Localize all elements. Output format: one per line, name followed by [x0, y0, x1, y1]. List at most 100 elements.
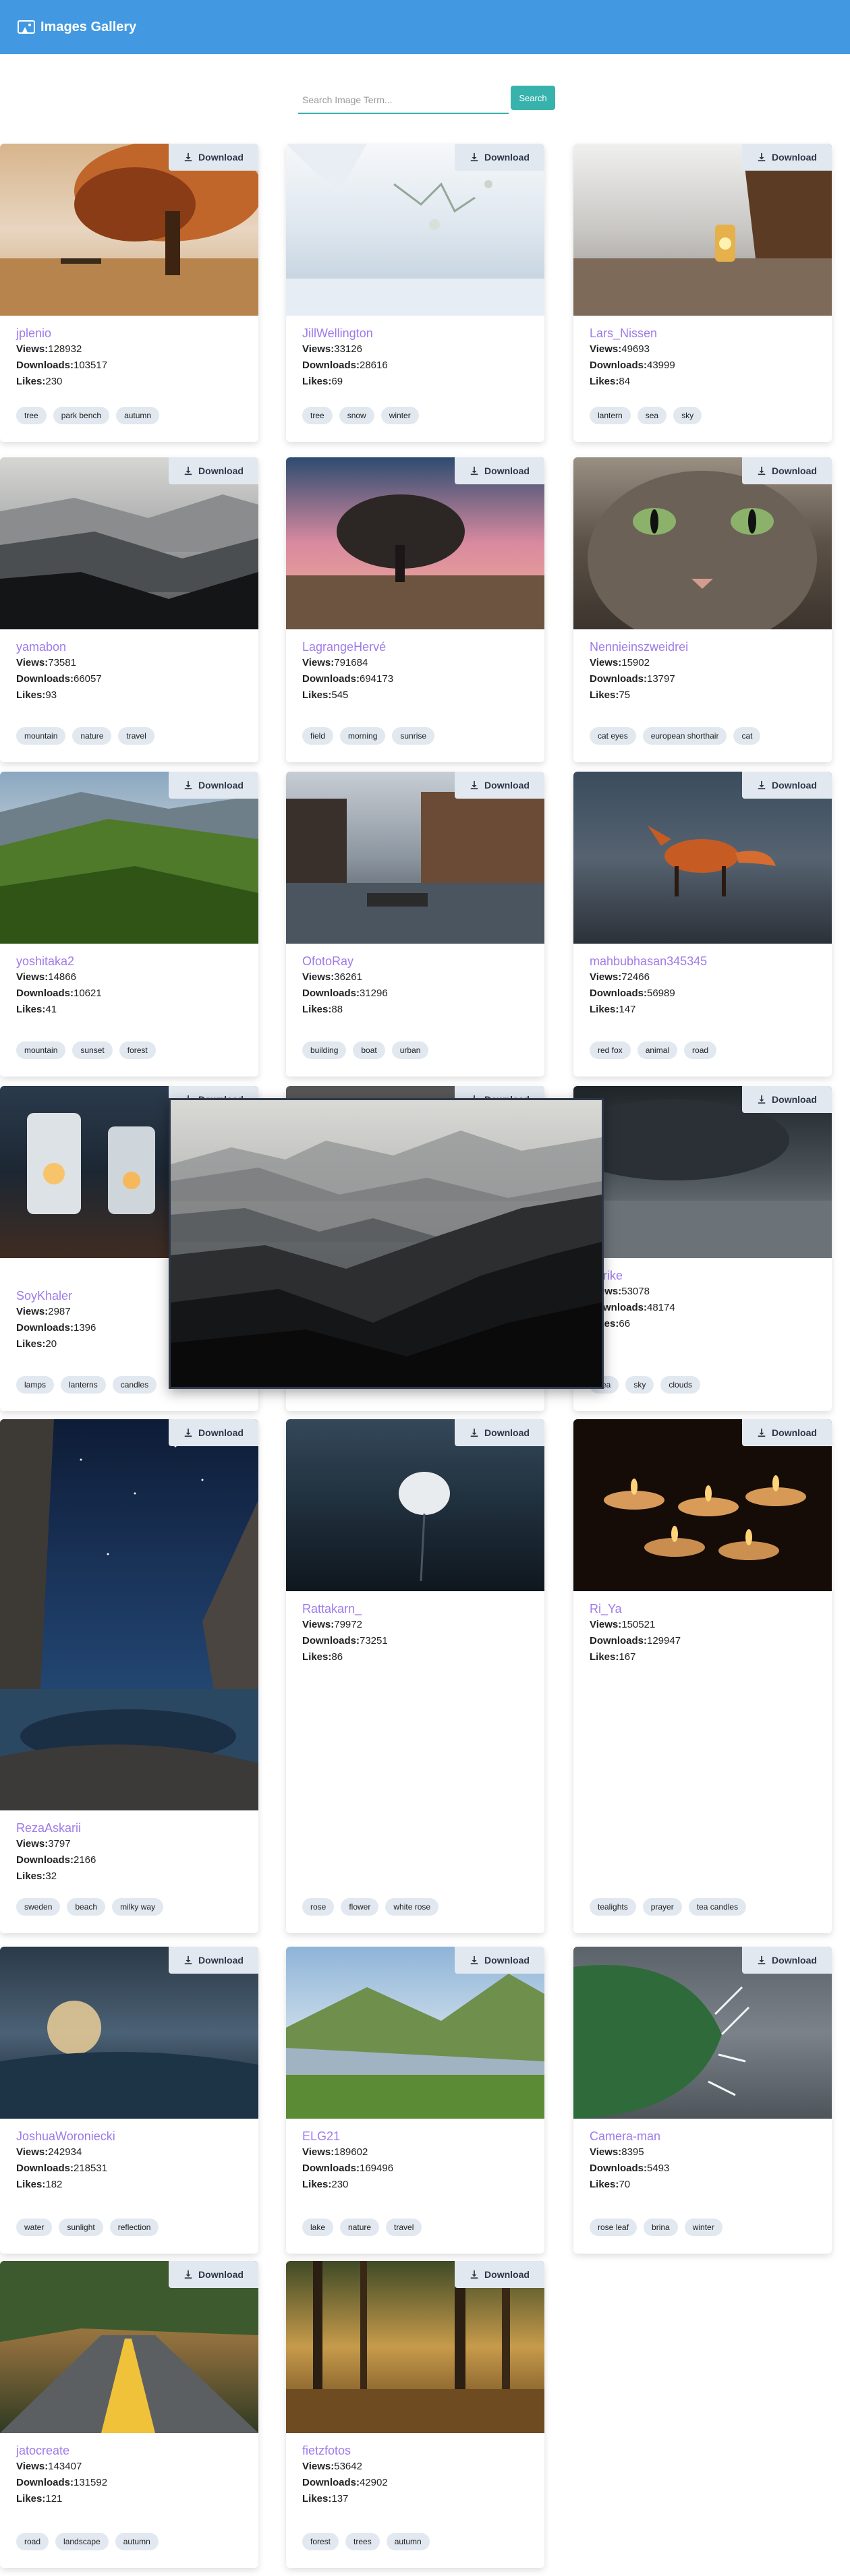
download-button[interactable]: Download	[455, 772, 544, 799]
tag-chip[interactable]: tealights	[590, 1898, 636, 1916]
tag-chip[interactable]: sea	[637, 407, 667, 424]
download-button[interactable]: Download	[455, 457, 544, 484]
tag-chip[interactable]: autumn	[386, 2533, 430, 2550]
tag-chip[interactable]: animal	[637, 1041, 678, 1059]
tag-chip[interactable]: urban	[391, 1041, 429, 1059]
tag-chip[interactable]: morning	[340, 727, 386, 745]
tag-chip[interactable]: cat eyes	[590, 727, 636, 745]
download-button[interactable]: Download	[169, 457, 258, 484]
tag-chip[interactable]: autumn	[115, 2533, 159, 2550]
tag-chip[interactable]: tea candles	[688, 1898, 747, 1916]
tag-chip[interactable]: mountain	[16, 1041, 66, 1059]
tag-chip[interactable]: forest	[119, 1041, 156, 1059]
tag-chip[interactable]: european shorthair	[642, 727, 727, 745]
username-link[interactable]: Ri_Ya	[590, 1601, 818, 1617]
download-label: Download	[484, 1955, 530, 1966]
card-info: ELG21 Views:189602 Downloads:169496 Likes:2…	[302, 2128, 531, 2193]
tag-chip[interactable]: autumn	[116, 407, 160, 424]
tag-chip[interactable]: winter	[684, 2219, 722, 2236]
download-button[interactable]: Download	[169, 144, 258, 171]
tag-chip[interactable]: sunrise	[392, 727, 435, 745]
tag-chip[interactable]: winter	[380, 407, 419, 424]
tag-chip[interactable]: flower	[341, 1898, 379, 1916]
search-input[interactable]	[298, 87, 509, 114]
tag-chip[interactable]: road	[684, 1041, 717, 1059]
username-link[interactable]: jplenio	[16, 325, 245, 341]
tag-chip[interactable]: tree	[16, 407, 47, 424]
download-button[interactable]: Download	[169, 1419, 258, 1446]
tag-chip[interactable]: brina	[644, 2219, 678, 2236]
download-button[interactable]: Download	[169, 2261, 258, 2288]
image-preview-overlay[interactable]	[169, 1098, 604, 1389]
username-link[interactable]: ELG21	[302, 2128, 531, 2144]
views-stat: Views:53642	[302, 2461, 362, 2472]
username-link[interactable]: RezaAskarii	[16, 1820, 245, 1836]
download-button[interactable]: Download	[742, 1419, 832, 1446]
tag-chip[interactable]: tree	[302, 407, 333, 424]
tag-chip[interactable]: sky	[625, 1376, 654, 1394]
tag-chip[interactable]: rose leaf	[590, 2219, 638, 2236]
tag-chip[interactable]: white rose	[385, 1898, 439, 1916]
tag-chip[interactable]: sunset	[72, 1041, 113, 1059]
username-link[interactable]: Rattakarn_	[302, 1601, 531, 1617]
tag-chip[interactable]: forest	[302, 2533, 339, 2550]
username-link[interactable]: JillWellington	[302, 325, 531, 341]
tag-chip[interactable]: sky	[673, 407, 702, 424]
username-link[interactable]: Camera-man	[590, 2128, 818, 2144]
username-link[interactable]: LagrangeHervé	[302, 639, 531, 655]
brand[interactable]: Images Gallery	[18, 20, 136, 35]
tag-chip[interactable]: boat	[353, 1041, 385, 1059]
tag-chip[interactable]: lamps	[16, 1376, 55, 1394]
username-link[interactable]: jatocreate	[16, 2442, 245, 2459]
download-button[interactable]: Download	[742, 772, 832, 799]
tag-chip[interactable]: candles	[112, 1376, 157, 1394]
username-link[interactable]: yoshitaka2	[16, 953, 245, 969]
tag-chip[interactable]: field	[302, 727, 334, 745]
download-button[interactable]: Download	[742, 457, 832, 484]
tag-chip[interactable]: water	[16, 2219, 53, 2236]
tag-chip[interactable]: snow	[339, 407, 374, 424]
tag-chip[interactable]: landscape	[55, 2533, 109, 2550]
tag-chip[interactable]: mountain	[16, 727, 66, 745]
tag-chip[interactable]: prayer	[642, 1898, 682, 1916]
username-link[interactable]: JoshuaWoroniecki	[16, 2128, 245, 2144]
tag-chip[interactable]: building	[302, 1041, 347, 1059]
username-link[interactable]: enrike	[590, 1267, 818, 1284]
username-link[interactable]: fietzfotos	[302, 2442, 531, 2459]
tag-chip[interactable]: road	[16, 2533, 49, 2550]
username-link[interactable]: Lars_Nissen	[590, 325, 818, 341]
username-link[interactable]: Nennieinszweidrei	[590, 639, 818, 655]
username-link[interactable]: yamabon	[16, 639, 245, 655]
tag-chip[interactable]: trees	[345, 2533, 380, 2550]
tag-chip[interactable]: cat	[733, 727, 761, 745]
username-link[interactable]: OfotoRay	[302, 953, 531, 969]
search-button[interactable]: Search	[511, 86, 555, 110]
tag-chip[interactable]: lanterns	[61, 1376, 106, 1394]
username-link[interactable]: mahbubhasan345345	[590, 953, 818, 969]
tag-chip[interactable]: reflection	[109, 2219, 159, 2236]
tag-chip[interactable]: travel	[118, 727, 154, 745]
card-photo[interactable]	[0, 1419, 258, 1810]
tag-chip[interactable]: nature	[340, 2219, 380, 2236]
download-button[interactable]: Download	[742, 1947, 832, 1974]
tag-chip[interactable]: sunlight	[59, 2219, 103, 2236]
tag-chip[interactable]: red fox	[590, 1041, 631, 1059]
download-button[interactable]: Download	[455, 144, 544, 171]
download-button[interactable]: Download	[169, 772, 258, 799]
tag-chip[interactable]: lake	[302, 2219, 334, 2236]
tag-chip[interactable]: rose	[302, 1898, 335, 1916]
tag-chip[interactable]: beach	[67, 1898, 106, 1916]
tag-chip[interactable]: nature	[72, 727, 112, 745]
tag-chip[interactable]: clouds	[660, 1376, 701, 1394]
download-button[interactable]: Download	[455, 1419, 544, 1446]
tag-chip[interactable]: lantern	[590, 407, 631, 424]
download-button[interactable]: Download	[455, 1947, 544, 1974]
tag-chip[interactable]: sweden	[16, 1898, 61, 1916]
download-button[interactable]: Download	[742, 144, 832, 171]
tag-chip[interactable]: park bench	[53, 407, 110, 424]
download-button[interactable]: Download	[455, 2261, 544, 2288]
tag-chip[interactable]: travel	[386, 2219, 422, 2236]
tag-chip[interactable]: milky way	[112, 1898, 164, 1916]
download-button[interactable]: Download	[742, 1086, 832, 1113]
download-button[interactable]: Download	[169, 1947, 258, 1974]
